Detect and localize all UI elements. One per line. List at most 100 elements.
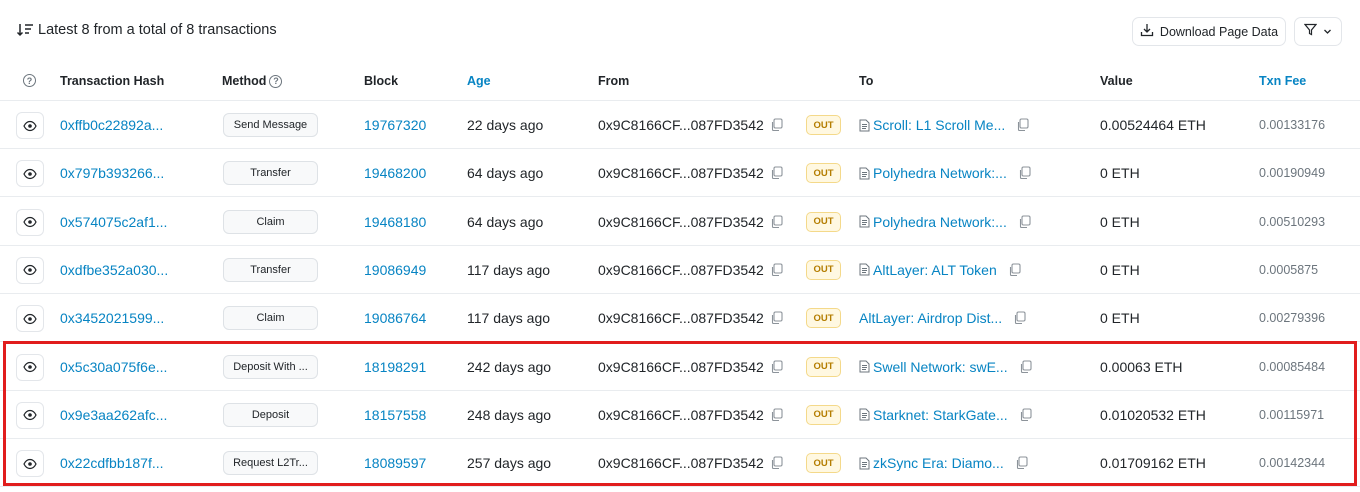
method-badge: Transfer <box>223 257 318 282</box>
eye-icon[interactable] <box>16 450 44 478</box>
copy-icon[interactable] <box>1019 359 1032 374</box>
age-text: 117 days ago <box>467 261 551 278</box>
txn-fee-text: 0.00190949 <box>1259 166 1326 181</box>
block-link[interactable]: 18089597 <box>364 439 426 487</box>
to-address-link[interactable]: Polyhedra Network:... <box>873 165 1007 181</box>
copy-icon[interactable] <box>770 359 783 374</box>
from-address-text: 0x9C8166CF...087FD3542 <box>598 406 764 423</box>
copy-icon[interactable] <box>770 456 783 470</box>
from-address: 0x9C8166CF...087FD3542 <box>598 391 783 439</box>
direction-badge: OUT <box>806 356 841 377</box>
column-from: From <box>598 74 630 88</box>
transaction-hash-link[interactable]: 0xdfbe352a030... <box>60 246 168 294</box>
to-address: Swell Network: swE... <box>859 343 1032 391</box>
copy-icon[interactable] <box>1018 166 1031 180</box>
from-address: 0x9C8166CF...087FD3542 <box>598 294 783 342</box>
contract-document-icon <box>859 119 870 132</box>
to-address-link[interactable]: AltLayer: Airdrop Dist... <box>859 310 1002 326</box>
copy-icon[interactable] <box>1016 118 1029 132</box>
copy-icon[interactable] <box>1008 263 1021 277</box>
column-txn-fee[interactable]: Txn Fee <box>1259 74 1306 88</box>
txn-fee-text: 0.00510293 <box>1259 214 1326 229</box>
copy-icon[interactable] <box>770 311 783 325</box>
to-address: AltLayer: ALT Token <box>859 246 1021 294</box>
block-link[interactable]: 19767320 <box>364 101 426 149</box>
question-icon[interactable]: ? <box>269 74 283 88</box>
eye-icon[interactable] <box>16 112 44 139</box>
eye-icon[interactable] <box>16 208 44 236</box>
copy-icon[interactable] <box>770 215 783 229</box>
direction-badge: OUT <box>806 453 841 474</box>
download-page-data-button[interactable]: Download Page Data <box>1132 17 1286 46</box>
download-icon <box>1140 23 1154 40</box>
to-address-link[interactable]: Polyhedra Network:... <box>873 214 1007 230</box>
to-address-link[interactable]: Swell Network: swE... <box>873 359 1008 375</box>
block-link[interactable]: 18157558 <box>364 391 426 439</box>
direction-badge: OUT <box>806 211 841 232</box>
block-link[interactable]: 18198291 <box>364 343 426 391</box>
transaction-hash-link[interactable]: 0x797b393266... <box>60 149 164 197</box>
to-address-link[interactable]: zkSync Era: Diamo... <box>873 455 1004 471</box>
transaction-hash-link[interactable]: 0x22cdfbb187f... <box>60 439 164 487</box>
table-row: 0x574075c2af1... Claim 19468180 64 days ago… <box>0 198 1360 246</box>
copy-icon[interactable] <box>770 263 783 277</box>
transaction-hash-link[interactable]: 0x9e3aa262afc... <box>60 391 167 439</box>
from-address-text: 0x9C8166CF...087FD3542 <box>598 261 764 278</box>
eye-icon[interactable] <box>16 401 44 429</box>
value-text: 0 ETH <box>1100 165 1140 182</box>
copy-icon[interactable] <box>770 166 783 180</box>
filter-button[interactable] <box>1294 17 1342 46</box>
column-transaction-hash: Transaction Hash <box>60 74 165 88</box>
age-text: 242 days ago <box>467 358 552 375</box>
filter-icon <box>1303 23 1318 41</box>
copy-icon[interactable] <box>1019 408 1032 422</box>
transaction-hash-link[interactable]: 0x574075c2af1... <box>60 198 167 246</box>
copy-icon[interactable] <box>770 408 783 422</box>
column-to: To <box>859 74 874 88</box>
txn-fee-text: 0.00115971 <box>1259 407 1325 422</box>
block-link[interactable]: 19468200 <box>364 149 426 197</box>
direction-badge: OUT <box>806 404 841 425</box>
table-row: 0x3452021599... Claim 19086764 117 days ago… <box>0 294 1360 343</box>
copy-icon[interactable] <box>1018 215 1031 229</box>
download-label: Download Page Data <box>1159 24 1279 39</box>
eye-icon[interactable] <box>16 256 44 284</box>
txn-fee-text: 0.00133176 <box>1259 118 1326 132</box>
table-row: 0xffb0c22892a... Send Message 19767320 22 d… <box>0 101 1360 149</box>
copy-icon[interactable] <box>1013 311 1026 325</box>
from-address-text: 0x9C8166CF...087FD3542 <box>598 165 764 182</box>
sort-icon[interactable] <box>16 22 34 38</box>
contract-document-icon <box>859 360 870 373</box>
from-address: 0x9C8166CF...087FD3542 <box>598 149 783 197</box>
summary-text: Latest 8 from a total of 8 transactions <box>38 22 277 38</box>
eye-icon[interactable] <box>16 353 44 381</box>
method-badge: Deposit <box>223 402 318 427</box>
from-address-text: 0x9C8166CF...087FD3542 <box>598 455 764 472</box>
copy-icon[interactable] <box>770 118 783 132</box>
to-address-link[interactable]: Starknet: StarkGate... <box>873 407 1008 423</box>
column-age[interactable]: Age <box>467 74 491 88</box>
block-link[interactable]: 19468180 <box>364 198 426 246</box>
direction-badge: OUT <box>806 259 841 280</box>
question-icon[interactable]: ? <box>23 74 36 87</box>
transaction-hash-link[interactable]: 0xffb0c22892a... <box>60 101 163 149</box>
value-text: 0.01709162 ETH <box>1100 455 1206 472</box>
method-badge: Transfer <box>223 161 318 186</box>
transaction-hash-link[interactable]: 0x5c30a075f6e... <box>60 343 167 391</box>
from-address-text: 0x9C8166CF...087FD3542 <box>598 117 764 133</box>
block-link[interactable]: 19086764 <box>364 294 426 342</box>
transaction-hash-link[interactable]: 0x3452021599... <box>60 294 164 342</box>
column-value: Value <box>1100 74 1133 88</box>
value-text: 0.00524464 ETH <box>1100 117 1206 133</box>
table-header: ? Transaction Hash Method ? Block Age Fr… <box>0 64 1360 101</box>
block-link[interactable]: 19086949 <box>364 246 426 294</box>
direction-badge: OUT <box>806 163 841 184</box>
copy-icon[interactable] <box>1015 456 1028 470</box>
table-row: 0x9e3aa262afc... Deposit 18157558 248 days … <box>0 391 1360 439</box>
eye-icon[interactable] <box>16 305 44 333</box>
from-address: 0x9C8166CF...087FD3542 <box>598 101 783 149</box>
age-text: 257 days ago <box>467 455 552 472</box>
eye-icon[interactable] <box>16 160 44 188</box>
to-address-link[interactable]: Scroll: L1 Scroll Me... <box>873 117 1005 133</box>
to-address-link[interactable]: AltLayer: ALT Token <box>873 262 997 278</box>
